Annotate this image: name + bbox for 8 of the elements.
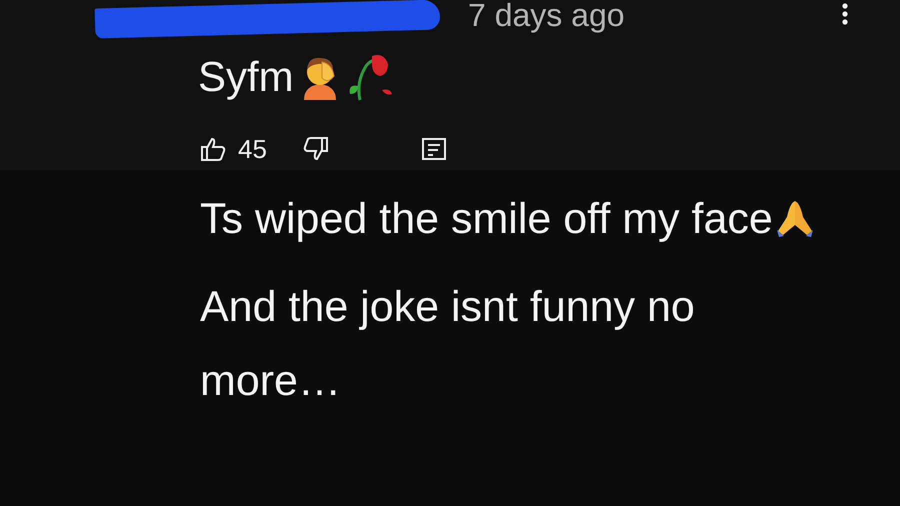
more-options-icon[interactable] bbox=[841, 2, 849, 26]
caption-text: Ts wiped the smile off my face bbox=[200, 195, 773, 243]
like-icon[interactable] bbox=[200, 137, 226, 161]
caption-text: And the joke isnt funny no more… bbox=[200, 283, 695, 405]
comment-text: Syfm bbox=[198, 52, 294, 102]
dislike-icon[interactable] bbox=[302, 137, 329, 161]
like-count: 45 bbox=[238, 136, 267, 162]
reply-icon[interactable] bbox=[420, 137, 447, 161]
